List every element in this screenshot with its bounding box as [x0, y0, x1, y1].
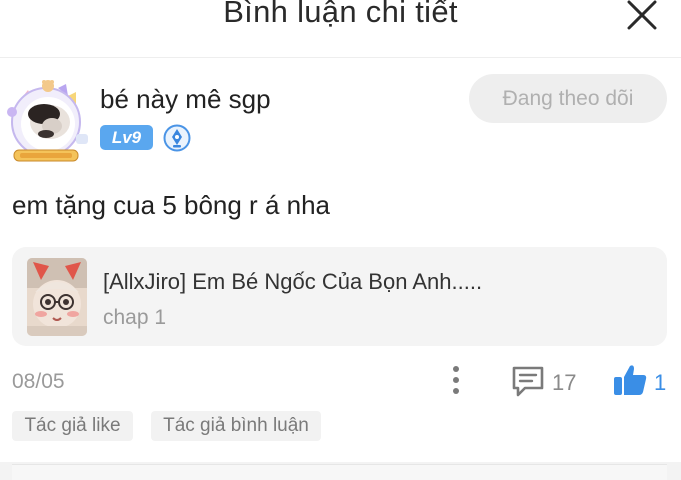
tag-author-like[interactable]: Tác giả like	[12, 411, 133, 441]
close-icon[interactable]	[624, 0, 660, 32]
thumbs-up-icon[interactable]	[612, 362, 648, 398]
story-title: [AllxJiro] Em Bé Ngốc Của Bọn Anh.....	[103, 269, 483, 294]
reply-count: 17	[552, 370, 577, 395]
level-badge: Lv9	[100, 125, 153, 150]
story-chapter: chap 1	[103, 306, 167, 329]
story-thumbnail	[27, 258, 87, 336]
page-title: Bình luận chi tiết	[223, 0, 458, 29]
username[interactable]: bé này mê sgp	[100, 84, 271, 115]
reply-icon[interactable]	[511, 365, 545, 397]
header-bar: Bình luận chi tiết	[0, 0, 681, 58]
close-button[interactable]	[624, 0, 660, 32]
next-card-edge	[12, 464, 667, 480]
story-card[interactable]: [AllxJiro] Em Bé Ngốc Của Bọn Anh..... c…	[12, 247, 667, 346]
comment-text: em tặng cua 5 bông r á nha	[12, 190, 331, 220]
like-count: 1	[654, 370, 667, 395]
following-button[interactable]: Đang theo dõi	[469, 74, 667, 123]
avatar[interactable]	[6, 80, 90, 164]
more-options-icon[interactable]	[444, 364, 468, 396]
tag-author-comment[interactable]: Tác giả bình luận	[151, 411, 321, 441]
comment-date: 08/05	[12, 370, 65, 393]
pen-badge-icon	[163, 124, 191, 152]
